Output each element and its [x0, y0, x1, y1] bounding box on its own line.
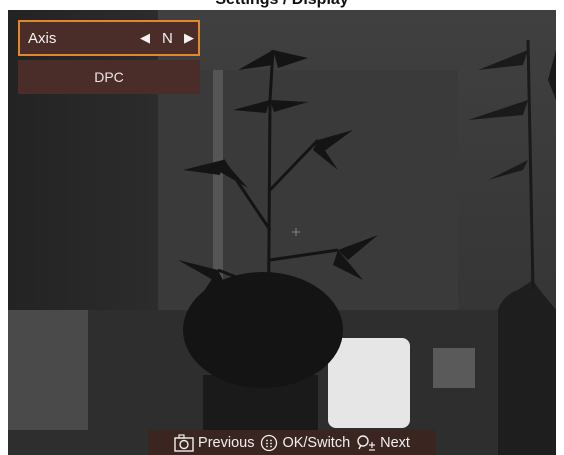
header-title: Settings / Display — [0, 0, 564, 9]
dpc-menu-item[interactable]: DPC — [18, 60, 200, 94]
menu-button-icon — [261, 434, 278, 451]
hint-next[interactable]: Next — [356, 434, 410, 452]
thermal-view: Axis ◀ N ▶ DPC Previous OK/Switch Next — [8, 10, 556, 455]
header-strip: Settings / Display — [0, 0, 564, 10]
dpc-label: DPC — [94, 69, 124, 85]
bottle — [498, 280, 556, 455]
axis-value: N — [162, 30, 173, 47]
hint-ok[interactable]: OK/Switch — [260, 434, 350, 452]
triangle-left-icon[interactable]: ◀ — [140, 30, 150, 46]
left-object — [8, 310, 88, 430]
hint-previous-label: Previous — [198, 434, 255, 451]
warm-box — [328, 338, 410, 428]
triangle-right-icon[interactable]: ▶ — [184, 30, 194, 46]
camera-icon — [174, 433, 194, 452]
axis-menu-item[interactable]: Axis ◀ N ▶ — [18, 20, 200, 56]
hint-bar: Previous OK/Switch Next — [148, 430, 436, 455]
hint-ok-label: OK/Switch — [282, 434, 351, 451]
frame-edge — [213, 70, 223, 300]
axis-label: Axis — [28, 30, 57, 47]
hint-next-label: Next — [380, 434, 410, 451]
zoom-icon — [357, 434, 376, 451]
hint-previous[interactable]: Previous — [174, 433, 255, 452]
small-panel — [433, 348, 475, 388]
